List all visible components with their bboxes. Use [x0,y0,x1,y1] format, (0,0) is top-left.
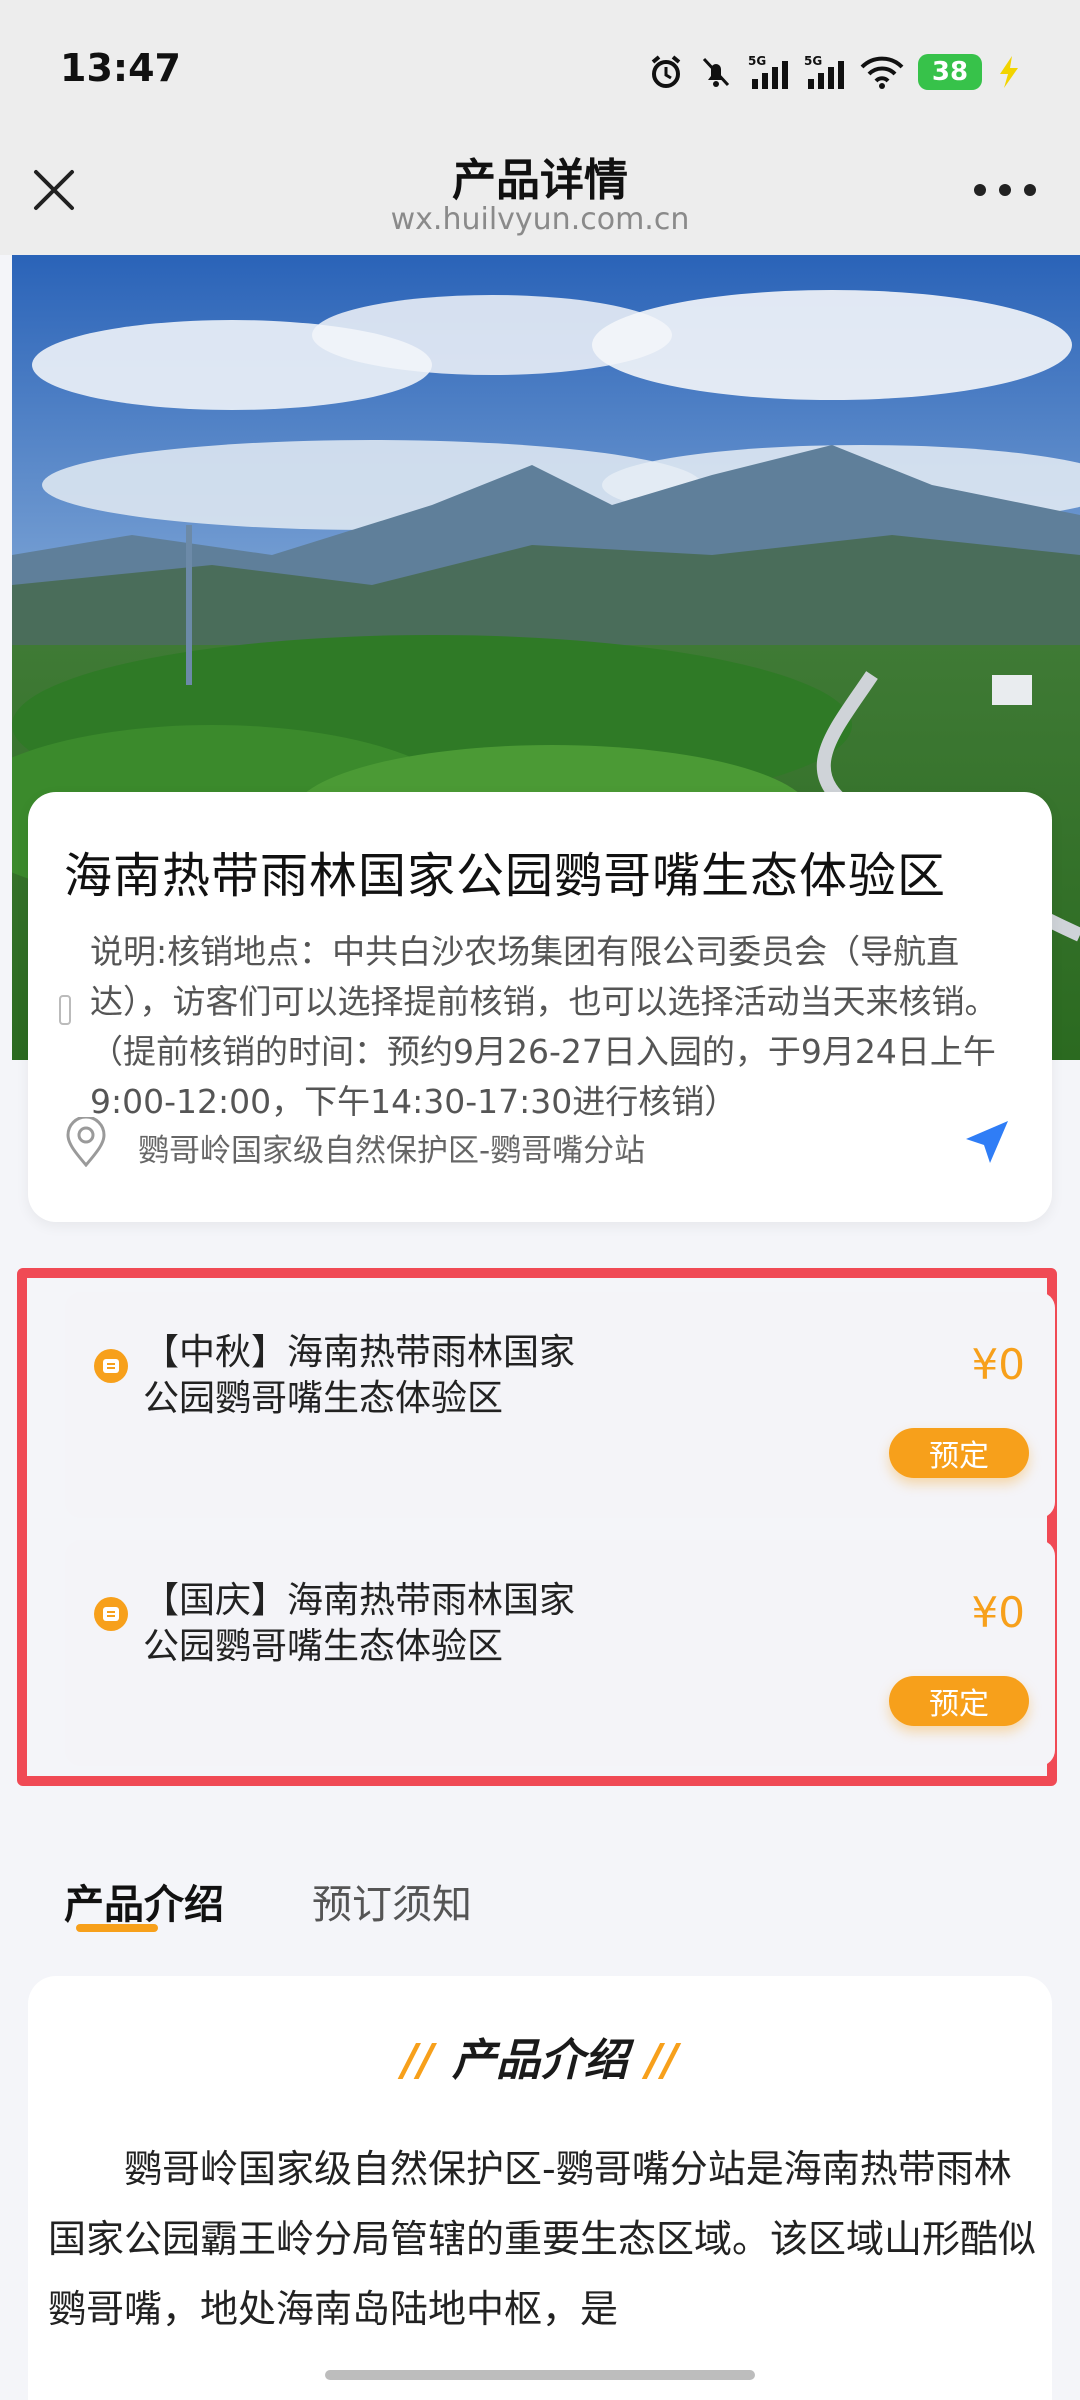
status-time: 13:47 [60,46,181,90]
intro-text: 鹦哥岭国家级自然保护区-鹦哥嘴分站是海南热带雨林国家公园霸王岭分局管辖的重要生态… [48,2147,1037,2331]
ticket-name-line1: 【国庆】海南热带雨林国家 [143,1580,576,1621]
intro-heading: // 产品介绍 // [28,2024,1052,2088]
intro-card: // 产品介绍 // 鹦哥岭国家级自然保护区-鹦哥嘴分站是海南热带雨林国家公园霸王岭… [28,1976,1052,2400]
navigate-icon[interactable] [962,1117,1012,1167]
svg-text:5G: 5G [804,54,822,68]
mute-icon [702,57,730,87]
product-title: 海南热带雨林国家公园鹦哥嘴生态体验区 [64,848,947,904]
charging-icon [1000,56,1018,88]
phone-icon [59,995,71,1025]
ticket-item[interactable]: 【中秋】海南热带雨林国家 公园鹦哥嘴生态体验区 ¥0 预定 [65,1292,1055,1518]
signal-5g-icon: 5G [748,54,788,89]
more-icon[interactable] [970,180,1040,200]
alarm-icon [651,55,681,88]
svg-text:5G: 5G [748,54,766,68]
signal-5g-icon: 5G [804,54,844,89]
book-button[interactable]: 预定 [889,1676,1029,1726]
ticket-icon [94,1597,128,1631]
home-indicator[interactable] [325,2370,755,2380]
ticket-item[interactable]: 【国庆】海南热带雨林国家 公园鹦哥嘴生态体验区 ¥0 预定 [65,1540,1055,1766]
decor-slash-icon: // [646,2035,679,2086]
location-text: 鹦哥岭国家级自然保护区-鹦哥嘴分站 [138,1133,646,1169]
battery-icon: 38 [918,54,982,90]
ticket-list: 【中秋】海南热带雨林国家 公园鹦哥嘴生态体验区 ¥0 预定 【国庆】海南热带雨林… [17,1268,1057,1786]
page-url: wx.huilvyun.com.cn [390,202,690,237]
ticket-icon [94,1349,128,1383]
decor-slash-icon: // [401,2035,434,2086]
status-bar: 13:47 5G 5G 38 [0,0,1080,140]
book-button[interactable]: 预定 [889,1428,1029,1478]
wifi-icon [860,56,904,89]
product-info-card: 海南热带雨林国家公园鹦哥嘴生态体验区 说明:核销地点：中共白沙农场集团有限公司委… [28,792,1052,1222]
location-pin-icon [66,1117,106,1167]
product-description: 说明:核销地点：中共白沙农场集团有限公司委员会（导航直达），访客们可以选择提前核… [90,932,998,1121]
nav-header: 产品详情 wx.huilvyun.com.cn [0,140,1080,255]
page-title: 产品详情 [452,155,628,206]
tab-product-intro[interactable]: 产品介绍 [64,1872,224,1930]
ticket-name-line2: 公园鹦哥嘴生态体验区 [143,1378,504,1419]
ticket-price: ¥0 [971,1588,1025,1637]
ticket-name-line1: 【中秋】海南热带雨林国家 [143,1332,576,1373]
tab-booking-notes[interactable]: 预订须知 [312,1872,472,1930]
intro-heading-text: 产品介绍 [452,2035,628,2086]
ticket-name-line2: 公园鹦哥嘴生态体验区 [143,1626,504,1667]
ticket-price: ¥0 [971,1340,1025,1389]
status-icons: 5G 5G 38 [648,50,1022,94]
